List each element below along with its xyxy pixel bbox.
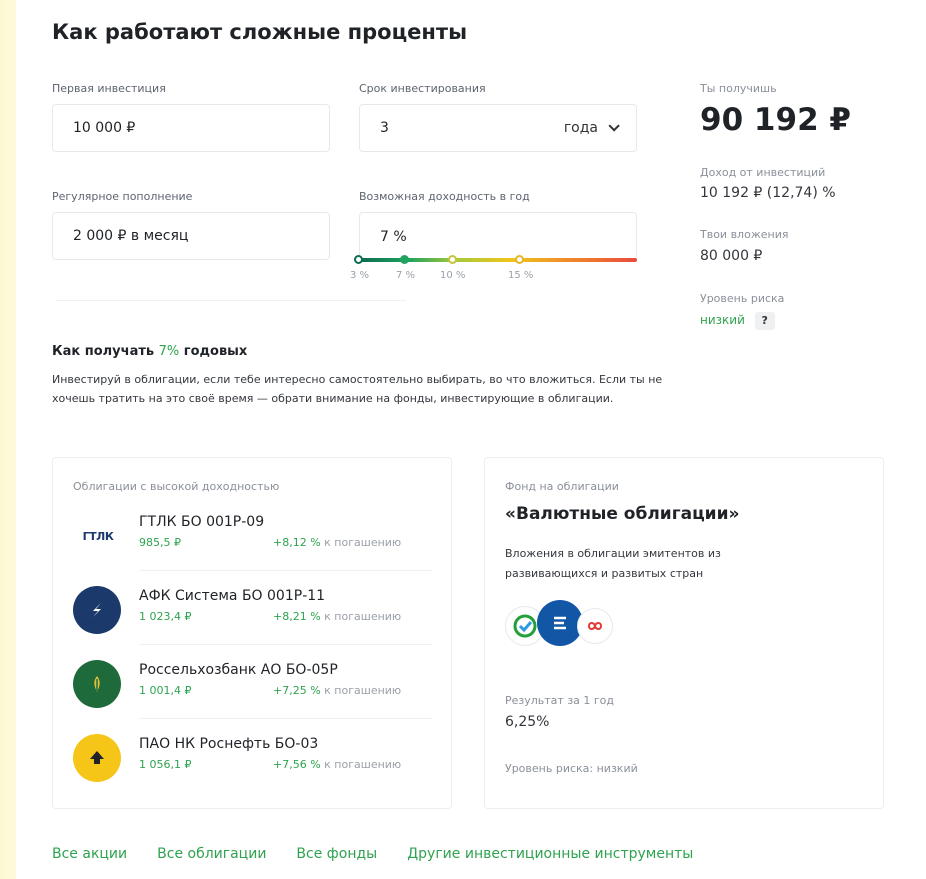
yield-tick-label: 7 % xyxy=(396,270,416,281)
divider xyxy=(139,570,433,571)
fund-result-value: 6,25% xyxy=(505,714,550,730)
fund-desc: Вложения в облигации эмитентов из развив… xyxy=(505,547,721,580)
instrument-links: Все акции Все облигации Все фонды Другие… xyxy=(52,846,693,862)
risk-value: низкий xyxy=(700,313,745,327)
bond-yield: +8,21 % к погашению xyxy=(273,610,402,623)
bond-price: 1 023,4 ₽ xyxy=(139,610,192,623)
term-field[interactable]: 3 года xyxy=(359,104,637,152)
gtlk-logo-text: ГТЛК xyxy=(82,529,114,543)
divider xyxy=(139,718,433,719)
risk-label: Уровень риска xyxy=(700,292,785,305)
contrib-value: 80 000 ₽ xyxy=(700,248,763,264)
risk-row: низкий ? xyxy=(700,312,775,330)
sistema-logo-icon xyxy=(73,586,121,634)
you-get-label: Ты получишь xyxy=(700,82,777,95)
first-investment-label: Первая инвестиция xyxy=(52,82,166,95)
yield-tick-label: 3 % xyxy=(350,270,370,281)
chevron-down-icon xyxy=(608,120,620,132)
bond-item[interactable]: АФК Система БО 001Р-11 1 023,4 ₽ +8,21 %… xyxy=(73,582,433,648)
bond-price: 1 056,1 ₽ xyxy=(139,758,192,771)
bond-yield: +8,12 % к погашению xyxy=(273,536,402,549)
bond-name: ГТЛК БО 001Р-09 xyxy=(139,514,265,530)
page: Как работают сложные проценты Первая инв… xyxy=(16,0,926,879)
yield-value: 7 % xyxy=(380,229,407,245)
income-label: Доход от инвестиций xyxy=(700,166,826,179)
divider xyxy=(56,300,406,301)
fund-risk: Уровень риска: низкий xyxy=(505,762,638,775)
yield-field[interactable]: 7 % xyxy=(359,212,637,260)
bond-name: ПАО НК Роснефть БО-03 xyxy=(139,736,319,752)
fund-logos xyxy=(505,598,625,650)
bonds-card: Облигации с высокой доходностью ГТЛК ГТЛ… xyxy=(52,457,452,809)
yield-slider-dot-3[interactable] xyxy=(354,255,363,264)
vtb-logo-icon xyxy=(537,600,583,646)
bond-name: Россельхозбанк АО БО-05Р xyxy=(139,662,338,678)
bond-item[interactable]: Россельхозбанк АО БО-05Р 1 001,4 ₽ +7,25… xyxy=(73,656,433,722)
yield-slider-handle[interactable] xyxy=(400,255,409,264)
fund-name: «Валютные облигации» xyxy=(505,504,740,524)
regular-value: 2 000 ₽ в месяц xyxy=(73,228,189,244)
risk-help-button[interactable]: ? xyxy=(754,312,775,330)
how-title: Как получать 7% годовых xyxy=(52,344,247,359)
yield-slider-dot-10[interactable] xyxy=(448,255,457,264)
yield-slider-dot-15[interactable] xyxy=(515,255,524,264)
gtlk-logo-icon: ГТЛК xyxy=(73,512,123,560)
rosneft-logo-icon xyxy=(73,734,121,782)
link-other-instruments[interactable]: Другие инвестиционные инструменты xyxy=(407,846,693,862)
how-title-suffix: годовых xyxy=(179,344,248,359)
yield-tick-label: 10 % xyxy=(440,270,466,281)
bonds-header: Облигации с высокой доходностью xyxy=(73,480,280,493)
fund-header: Фонд на облигации xyxy=(505,480,619,493)
term-label: Срок инвестирования xyxy=(359,82,486,95)
bond-item[interactable]: ПАО НК Роснефть БО-03 1 056,1 ₽ +7,56 % … xyxy=(73,730,433,796)
fund-result-label: Результат за 1 год xyxy=(505,694,615,707)
link-all-bonds[interactable]: Все облигации xyxy=(157,846,266,862)
fund-card[interactable]: Фонд на облигации «Валютные облигации» В… xyxy=(484,457,884,809)
first-investment-value: 10 000 ₽ xyxy=(73,120,136,136)
rshb-logo-icon xyxy=(73,660,121,708)
contrib-label: Твои вложения xyxy=(700,228,789,241)
how-text: Инвестируй в облигации, если тебе интере… xyxy=(52,373,663,405)
term-unit-select[interactable]: года xyxy=(563,120,620,136)
how-title-percent: 7% xyxy=(158,344,180,359)
bond-price: 985,5 ₽ xyxy=(139,536,181,549)
link-all-stocks[interactable]: Все акции xyxy=(52,846,127,862)
bond-yield: +7,25 % к погашению xyxy=(273,684,402,697)
bond-price: 1 001,4 ₽ xyxy=(139,684,192,697)
income-value: 10 192 ₽ (12,74) % xyxy=(700,185,836,201)
you-get-value: 90 192 ₽ xyxy=(700,102,852,138)
how-title-prefix: Как получать xyxy=(52,344,159,359)
term-unit: года xyxy=(563,120,598,136)
yield-tick-label: 15 % xyxy=(508,270,534,281)
regular-field[interactable]: 2 000 ₽ в месяц xyxy=(52,212,330,260)
term-value: 3 xyxy=(380,120,389,136)
divider xyxy=(139,644,433,645)
first-investment-field[interactable]: 10 000 ₽ xyxy=(52,104,330,152)
regular-label: Регулярное пополнение xyxy=(52,190,193,203)
bond-item[interactable]: ГТЛК ГТЛК БО 001Р-09 985,5 ₽ +8,12 % к п… xyxy=(73,508,433,574)
infinity-logo-icon xyxy=(577,608,613,644)
link-all-funds[interactable]: Все фонды xyxy=(296,846,377,862)
yield-label: Возможная доходность в год xyxy=(359,190,530,203)
page-title: Как работают сложные проценты xyxy=(52,20,468,44)
bond-yield: +7,56 % к погашению xyxy=(273,758,402,771)
bond-name: АФК Система БО 001Р-11 xyxy=(139,588,326,604)
